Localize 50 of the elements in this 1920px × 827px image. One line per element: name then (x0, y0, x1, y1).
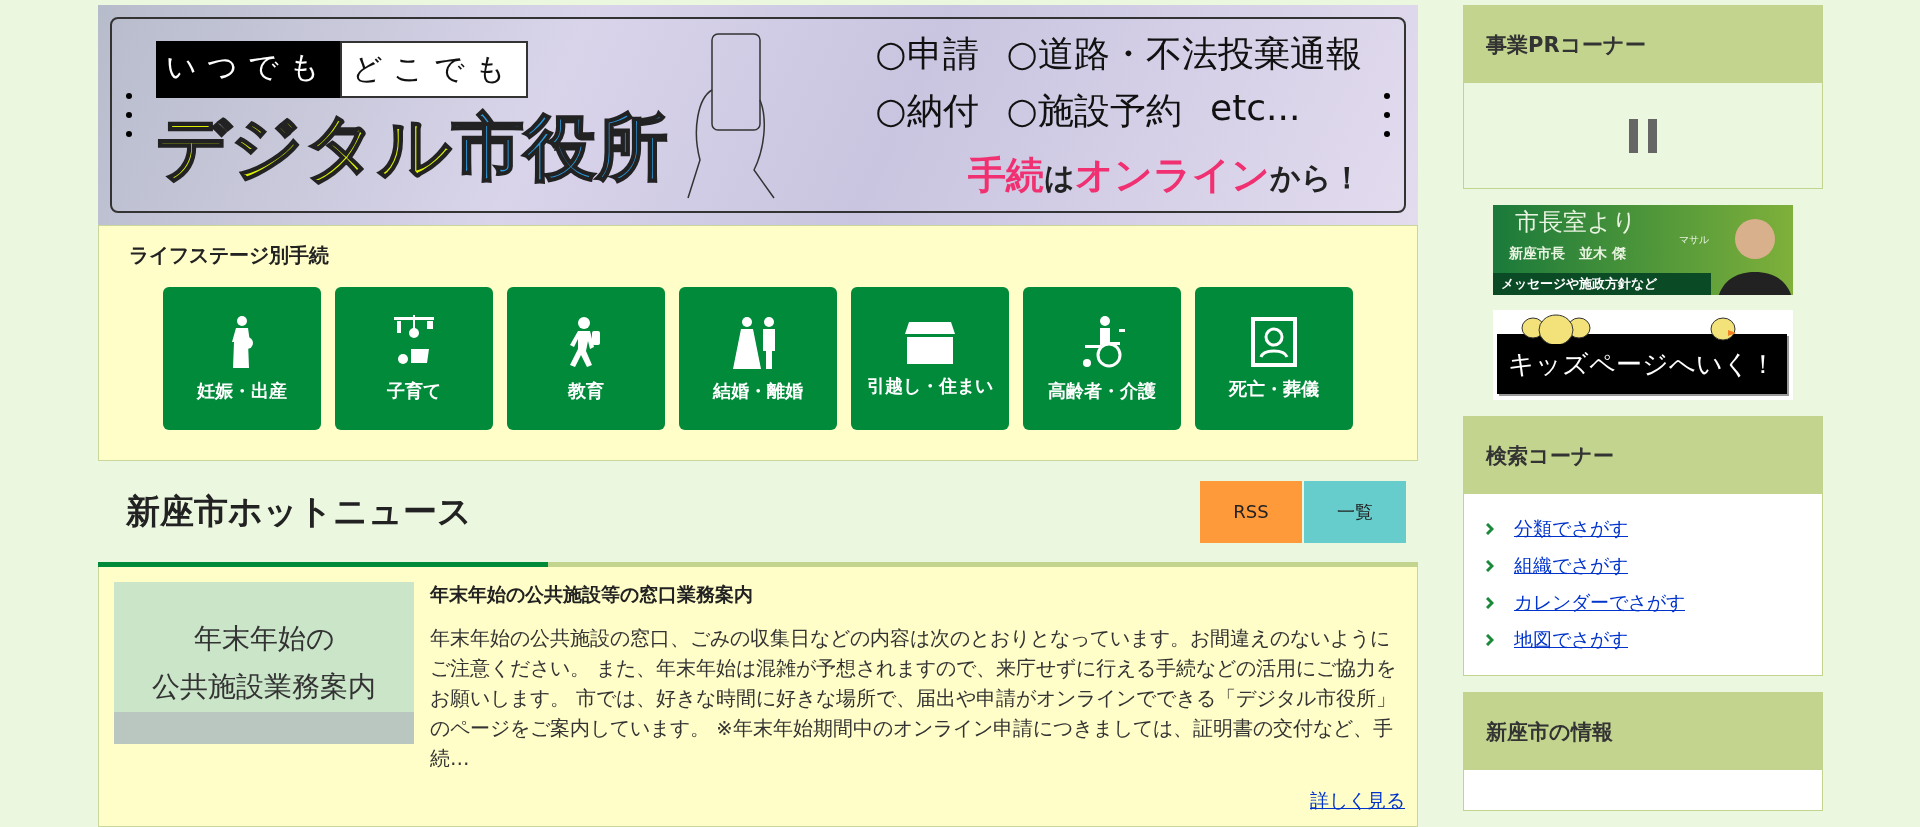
thumbnail-text: 公共施設業務案内 (152, 669, 376, 705)
box-icon (905, 319, 955, 364)
digital-city-hall-banner[interactable]: いつでも どこでも デジタル市役所 ○申請 ○道路・不法投棄通報 ○納付 ○施設予約 etc... 手続はオンラインから！ (98, 5, 1418, 226)
tagline-text: どこでも (340, 40, 528, 98)
service-text: etc... (1210, 86, 1301, 130)
pause-icon[interactable] (1629, 118, 1657, 153)
mayor-banner[interactable]: 市長室より マサル 新座市長 並木 傑 メッセージや施政方針など (1493, 205, 1793, 295)
search-link[interactable]: 分類でさがす (1514, 516, 1628, 542)
kids-page-banner[interactable]: キッズページへいく！ (1493, 310, 1793, 400)
banner-title: 市役所 (452, 103, 668, 190)
dots-icon (1384, 93, 1390, 138)
news-summary: 年末年始の公共施設の窓口、ごみの収集日などの内容は次のとおりとなっています。お間違えのないようにご注意ください。 また、年末年始は混雑が予想されますので、来庁せずに行える手続などの活用にご協力をお願いします。 市では、好きな時間に好きな場所で、届出や申請がオンラインでできる「デジタル市役所」のページをご案内しています。 ※年末年始期間中のオンライン申請につきましては、証明書の交付など、手続… (430, 626, 1398, 772)
panel-title: 事業PRコーナー (1464, 6, 1822, 83)
banner-title: 市長室より (1514, 209, 1638, 236)
life-stage-button[interactable]: 引越し・住まい (851, 287, 1009, 431)
rss-button[interactable]: RSS (1200, 480, 1302, 543)
dots-icon (126, 93, 132, 138)
thumbnail-text: 年末年始の (193, 621, 335, 657)
section-title: 新座市ホットニュース (126, 489, 472, 533)
chevron-right-icon (1486, 597, 1494, 609)
life-stage-button[interactable]: 妊娠・出産 (163, 287, 321, 431)
mayor-name: 新座市長 並木 傑 (1508, 245, 1627, 264)
read-more-link[interactable]: 詳しく見る (1310, 788, 1405, 814)
service-text: ○道路・不法投棄通報 (1006, 31, 1362, 76)
panel-title: 検索コーナー (1464, 417, 1822, 494)
search-link[interactable]: 組織でさがす (1514, 553, 1628, 579)
chevron-right-icon (1486, 560, 1494, 572)
service-text: ○納付 (875, 88, 979, 133)
section-title: ライフステージ別手続 (129, 242, 330, 270)
list-button[interactable]: 一覧 (1304, 480, 1406, 543)
search-link[interactable]: カレンダーでさがす (1514, 590, 1685, 616)
banner-caption: メッセージや施政方針など (1493, 273, 1711, 295)
search-link[interactable]: 地図でさがす (1514, 627, 1628, 653)
life-stage-button[interactable]: 高齢者・介護 (1023, 287, 1181, 431)
online-procedures-text: 手続はオンラインから！ (968, 151, 1362, 199)
tagline-text: いつでも (156, 40, 340, 98)
life-stage-button[interactable]: 子育て (335, 287, 493, 431)
life-stage-button[interactable]: 結婚・離婚 (679, 287, 837, 431)
service-text: ○申請 (875, 31, 979, 76)
life-stage-button[interactable]: 教育 (507, 287, 665, 431)
service-text: ○施設予約 (1006, 88, 1182, 133)
chevron-right-icon (1486, 523, 1494, 535)
chevron-right-icon (1486, 634, 1494, 646)
portrait-frame-icon (1251, 316, 1297, 367)
life-stage-button[interactable]: 死亡・葬儀 (1195, 287, 1353, 431)
panel-title: 新座市の情報 (1464, 693, 1822, 770)
banner-title: デジタル (156, 103, 452, 190)
banner-title: キッズページへいく！ (1497, 334, 1787, 394)
ruby-text: マサル (1679, 235, 1709, 246)
news-title: 年末年始の公共施設等の窓口業務案内 (430, 582, 754, 607)
